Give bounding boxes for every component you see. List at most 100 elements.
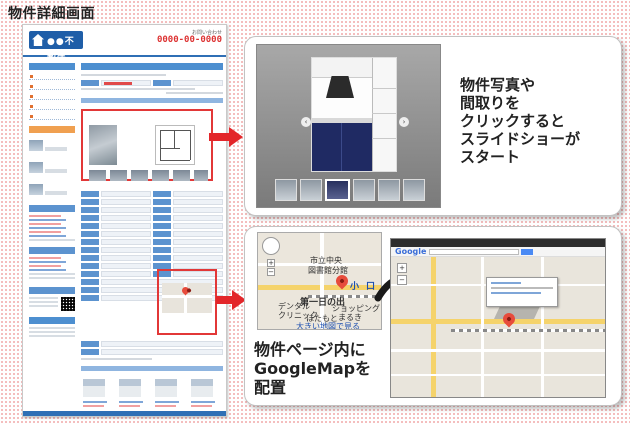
spec-label: [153, 191, 171, 197]
embedded-map-thumbnail[interactable]: [162, 283, 212, 313]
map-search-button[interactable]: [521, 249, 533, 255]
sidebar-item[interactable]: [29, 113, 75, 120]
news-text: [29, 277, 75, 279]
slideshow-thumbnail[interactable]: [275, 179, 298, 201]
news-date: [29, 231, 62, 233]
zoom-out-button[interactable]: −: [267, 268, 275, 276]
slideshow-thumbnail[interactable]: [377, 179, 400, 201]
gallery-thumbnail[interactable]: [89, 170, 106, 181]
map-pin-icon: [180, 285, 191, 296]
related-property-thumb[interactable]: [119, 379, 141, 397]
plan-wall: [190, 130, 191, 160]
map-railway: [451, 329, 605, 332]
spec-value: [101, 207, 151, 213]
info-window-link[interactable]: [491, 292, 541, 294]
gallery-thumbnail[interactable]: [110, 170, 127, 181]
sidebar-thumb-text: [45, 147, 67, 151]
zoom-out-button[interactable]: −: [397, 275, 407, 285]
news-link[interactable]: [29, 261, 66, 263]
spec-label: [81, 263, 99, 269]
related-link[interactable]: [191, 401, 215, 403]
callout-line: スタート: [460, 148, 521, 166]
slideshow-photo[interactable]: [311, 57, 397, 172]
zoom-in-button[interactable]: +: [267, 259, 275, 267]
arrow-to-slideshow-head: [229, 127, 243, 147]
news-link[interactable]: [29, 219, 66, 221]
related-price: [191, 405, 212, 407]
news-link[interactable]: [29, 235, 66, 237]
spec-row: [81, 255, 223, 261]
related-property-thumb[interactable]: [83, 379, 105, 397]
site-logo[interactable]: ●●不動産: [29, 31, 83, 60]
map-pan-control[interactable]: [262, 237, 280, 255]
sidebar-item[interactable]: [29, 103, 75, 110]
gallery-thumbnail[interactable]: [173, 170, 190, 181]
map-main-road: [431, 257, 436, 397]
embedded-map[interactable]: + − 市立中央 図書館分館 小 口 第一日の出 デンタル クリニック ショッピ…: [257, 232, 382, 330]
slideshow-screenshot: ‹ ›: [256, 44, 441, 208]
next-arrow-icon[interactable]: ›: [399, 117, 409, 127]
spec-value: [101, 199, 151, 205]
spec-row: [81, 349, 223, 355]
sidebar-item[interactable]: [29, 83, 75, 90]
sidebar-section-header: [29, 317, 75, 324]
sidebar-section-header: [29, 247, 75, 254]
related-caption: [191, 401, 221, 409]
property-photo[interactable]: [89, 125, 117, 165]
spec-value: [101, 223, 151, 229]
sidebar-item[interactable]: [29, 73, 75, 80]
map-info-window: [486, 277, 558, 307]
spec-label: [153, 199, 171, 205]
zoom-in-button[interactable]: +: [397, 263, 407, 273]
sidebar-thumb[interactable]: [29, 140, 43, 151]
map-road: [481, 257, 484, 397]
google-map-fullview[interactable]: Google + −: [390, 238, 606, 398]
news-link[interactable]: [29, 227, 66, 229]
view-larger-map-link[interactable]: 大きい地図で見る: [296, 321, 360, 329]
related-property-thumb[interactable]: [191, 379, 213, 397]
sidebar-thumb[interactable]: [29, 184, 43, 195]
spec-row: [81, 215, 223, 221]
gallery-thumbnail[interactable]: [131, 170, 148, 181]
callout-line: GoogleMapを: [254, 359, 372, 378]
slideshow-thumbnail[interactable]: [300, 179, 323, 201]
map-callout-text: 物件ページ内に GoogleMapを 配置: [254, 340, 371, 397]
prev-arrow-icon[interactable]: ‹: [301, 117, 311, 127]
plan-wall: [160, 148, 180, 149]
related-link[interactable]: [83, 401, 107, 403]
news-text: [29, 239, 75, 241]
gallery-thumbnail[interactable]: [194, 170, 208, 181]
slideshow-thumbnail[interactable]: [402, 179, 426, 201]
google-top-bar: [391, 239, 605, 247]
spec-value: [101, 191, 151, 197]
spec-label: [153, 215, 171, 221]
google-logo: Google: [395, 247, 427, 256]
related-link[interactable]: [155, 401, 179, 403]
spec-label: [81, 207, 99, 213]
spec-row: [81, 223, 223, 229]
info-label: [81, 80, 99, 86]
related-link[interactable]: [119, 401, 143, 403]
spec-row: [81, 231, 223, 237]
property-title-bar: [81, 63, 223, 70]
logo-text: ●●不動産: [47, 37, 75, 60]
sidebar-thumb[interactable]: [29, 162, 43, 173]
slideshow-thumbnail[interactable]: [352, 179, 375, 201]
news-date: [29, 215, 62, 217]
floor-plan-image[interactable]: [155, 125, 195, 165]
related-price: [83, 405, 104, 407]
slideshow-thumbnail[interactable]: [325, 179, 350, 201]
sidebar-item[interactable]: [29, 93, 75, 100]
spec-label: [153, 255, 171, 261]
spec-value: [173, 215, 223, 221]
gallery-thumbnail[interactable]: [152, 170, 169, 181]
spec-row: [81, 239, 223, 245]
news-link[interactable]: [29, 269, 66, 271]
map-search-input[interactable]: [429, 249, 519, 255]
text-line: [81, 74, 167, 76]
spec-value: [173, 191, 223, 197]
related-property-thumb[interactable]: [155, 379, 177, 397]
related-price: [155, 405, 176, 407]
spec-value: [101, 255, 151, 261]
info-label: [153, 80, 171, 86]
